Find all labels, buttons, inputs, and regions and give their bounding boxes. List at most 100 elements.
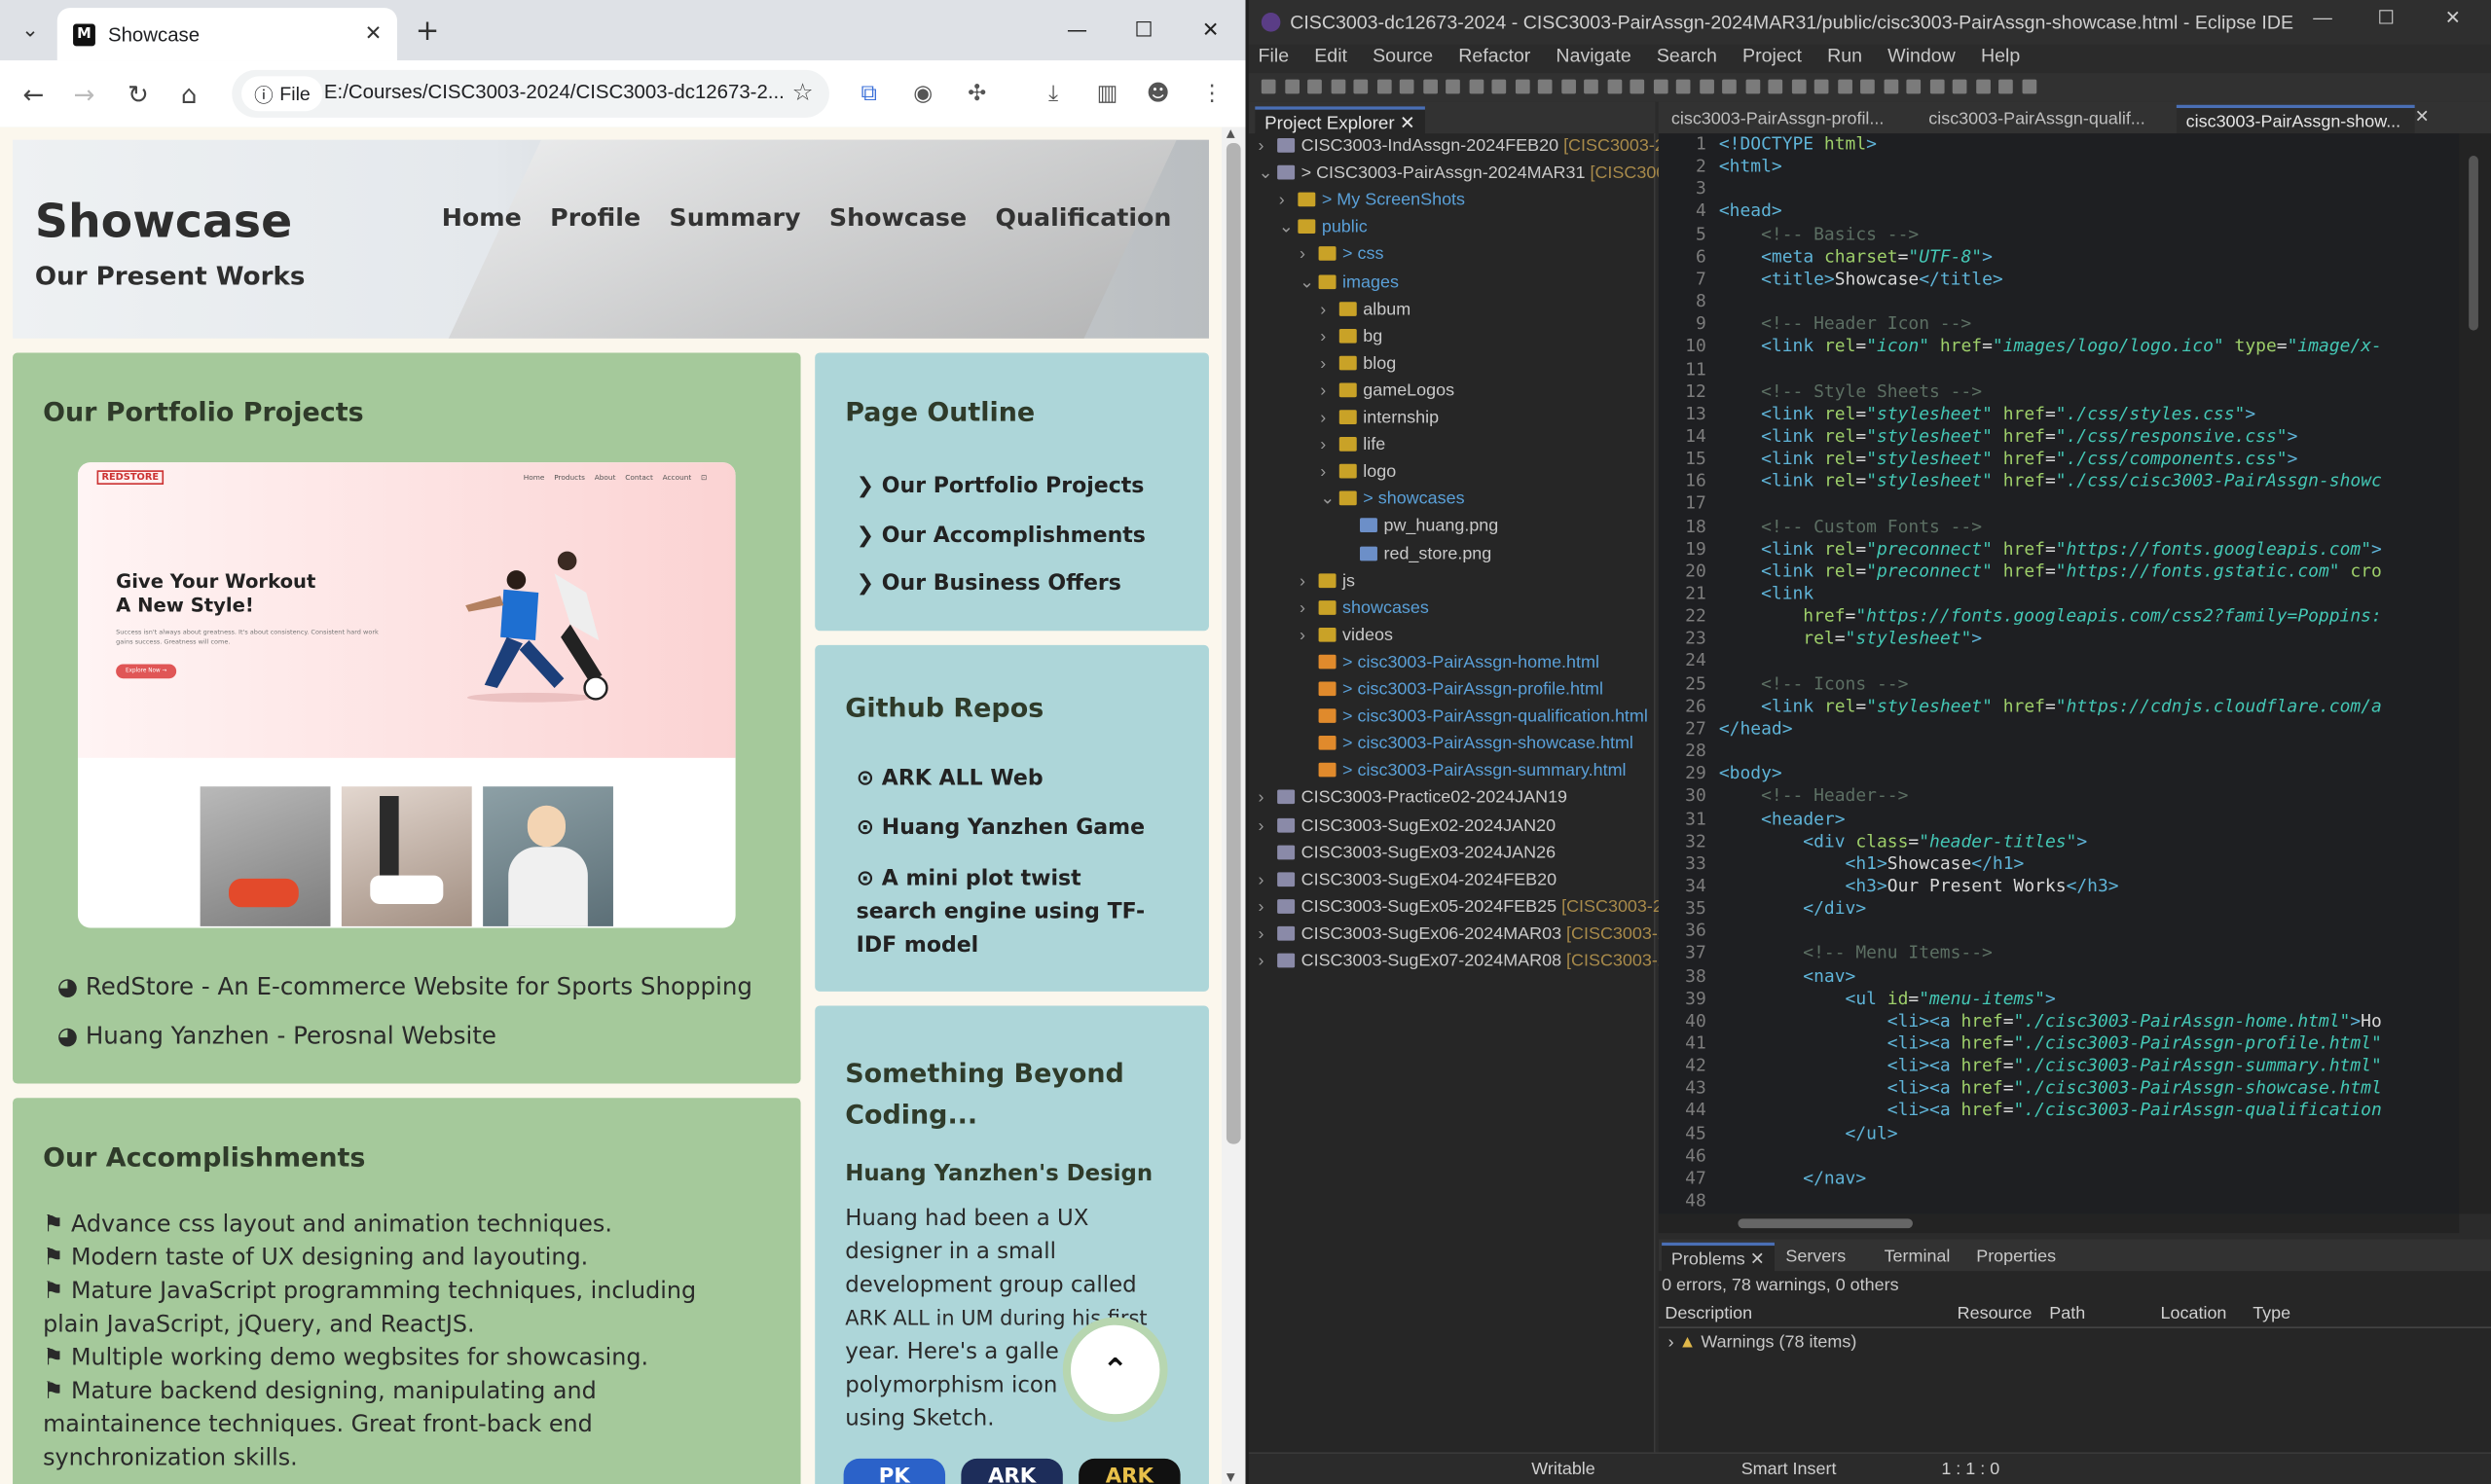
toolbar-icon[interactable] (1929, 79, 1944, 94)
site-info-chip[interactable]: ⓘ File (241, 76, 323, 112)
outline-link-accomplishments[interactable]: ❯ Our Accomplishments (857, 523, 1146, 548)
tree-item[interactable]: > cisc3003-PairAssgn-summary.html (1300, 758, 1627, 785)
tree-item[interactable]: pw_huang.png (1340, 514, 1498, 541)
tree-item[interactable]: › CISC3003-Practice02-2024JAN19 (1259, 785, 1568, 813)
menu-search[interactable]: Search (1647, 45, 1733, 73)
scrollbar-thumb[interactable] (1738, 1218, 1913, 1229)
editor-vertical-scrollbar[interactable] (2459, 133, 2491, 1214)
warnings-row[interactable]: › ▲ Warnings (78 items) (1668, 1333, 1857, 1353)
toolbar-icon[interactable] (1768, 79, 1783, 94)
code-editor[interactable]: 1 <!DOCTYPE html> 2 <html> 3 4 <head> 5 <!-- Ba… (1658, 133, 2460, 1214)
nav-qualification[interactable]: Qualification (996, 203, 1172, 232)
forward-arrow-icon[interactable]: → (63, 73, 104, 114)
tree-item[interactable]: › life (1320, 432, 1385, 459)
browser-tab[interactable]: M Showcase ✕ (56, 8, 398, 61)
tab-properties[interactable]: Properties (1976, 1248, 2056, 1267)
tree-toggle-icon[interactable]: ⌄ (1279, 215, 1299, 242)
eclipse-minimize-button[interactable]: — (2290, 7, 2354, 39)
toolbar-icon[interactable] (1468, 79, 1484, 94)
tree-toggle-icon[interactable]: › (1320, 432, 1339, 459)
tree-toggle-icon[interactable]: › (1320, 459, 1339, 487)
tree-item[interactable]: › album (1320, 297, 1410, 324)
tree-toggle-icon[interactable]: › (1259, 867, 1278, 894)
toolbar-icon[interactable] (1307, 79, 1322, 94)
tree-toggle-icon[interactable]: › (1320, 351, 1339, 379)
tree-item[interactable]: › bg (1320, 324, 1382, 351)
repo-link-game[interactable]: ⊙ Huang Yanzhen Game (857, 815, 1145, 841)
toolbar-icon[interactable] (1675, 79, 1691, 94)
tree-item[interactable]: ⌄ > showcases (1320, 487, 1464, 514)
close-tab-icon[interactable]: ✕ (359, 22, 387, 46)
close-icon[interactable]: ✕ (1750, 1250, 1765, 1270)
tree-toggle-icon[interactable]: › (1300, 596, 1319, 623)
tree-item[interactable]: > cisc3003-PairAssgn-showcase.html (1300, 731, 1633, 758)
toolbar-icon[interactable] (1491, 79, 1507, 94)
download-icon[interactable]: ⤓ (1033, 73, 1074, 114)
toolbar-icon[interactable] (1353, 79, 1369, 94)
tree-toggle-icon[interactable]: ⌄ (1320, 487, 1339, 514)
tree-item[interactable]: › js (1300, 568, 1355, 596)
tree-toggle-icon[interactable]: › (1279, 188, 1299, 215)
editor-tab-profile[interactable]: cisc3003-PairAssgn-profil... (1662, 105, 1916, 133)
toolbar-icon[interactable] (1446, 79, 1460, 94)
tree-item[interactable]: › CISC3003-SugEx04-2024FEB20 (1259, 867, 1557, 894)
tree-toggle-icon[interactable]: › (1259, 785, 1278, 813)
tree-item[interactable]: › showcases (1300, 596, 1429, 623)
col-resource[interactable]: Resource (1958, 1304, 2033, 1323)
menu-refactor[interactable]: Refactor (1448, 45, 1546, 73)
project-explorer-tab[interactable]: Project Explorer ✕ (1255, 106, 1425, 135)
tree-item[interactable]: red_store.png (1340, 541, 1491, 568)
tree-item[interactable]: › logo (1320, 459, 1396, 487)
tree-toggle-icon[interactable]: › (1259, 949, 1278, 976)
tree-toggle-icon[interactable]: › (1320, 324, 1339, 351)
toolbar-icon[interactable] (1699, 79, 1714, 94)
tab-servers[interactable]: Servers (1785, 1248, 1846, 1267)
scrollbar-thumb[interactable] (2469, 156, 2478, 331)
editor-tab-qualification[interactable]: cisc3003-PairAssgn-qualif... (1919, 105, 2173, 133)
tree-toggle-icon[interactable]: › (1320, 297, 1339, 324)
toolbar-icon[interactable] (1537, 79, 1553, 94)
toolbar-icon[interactable] (1906, 79, 1922, 94)
col-description[interactable]: Description (1665, 1304, 1752, 1323)
toolbar-icon[interactable] (1560, 79, 1576, 94)
toolbar-icon[interactable] (1422, 79, 1438, 94)
menu-file[interactable]: File (1249, 45, 1305, 73)
toolbar-icon[interactable] (1860, 79, 1875, 94)
tree-toggle-icon[interactable]: ⌄ (1300, 270, 1319, 297)
tree-item[interactable]: › CISC3003-IndAssgn-2024FEB20 [CISC3003-2… (1259, 133, 1674, 161)
menu-project[interactable]: Project (1733, 45, 1817, 73)
translate-icon[interactable]: ⧉ (848, 73, 889, 114)
outline-link-portfolio[interactable]: ❯ Our Portfolio Projects (857, 474, 1145, 499)
extensions-icon[interactable]: ✣ (956, 73, 997, 114)
redstore-screenshot[interactable]: REDSTORE Home Products About Contact Acc… (77, 462, 736, 928)
toolbar-icon[interactable] (1606, 79, 1622, 94)
tree-toggle-icon[interactable]: › (1300, 242, 1319, 270)
scroll-up-arrow-icon[interactable]: ▲ (1227, 127, 1235, 140)
toolbar-icon[interactable] (1722, 79, 1737, 94)
toolbar-icon[interactable] (1883, 79, 1898, 94)
tree-toggle-icon[interactable]: › (1300, 568, 1319, 596)
tree-toggle-icon[interactable]: › (1320, 405, 1339, 432)
toolbar-icon[interactable] (1952, 79, 1967, 94)
kebab-menu-icon[interactable]: ⋮ (1191, 73, 1232, 114)
tree-item[interactable]: ⌄ public (1279, 215, 1368, 242)
tree-toggle-icon[interactable]: › (1259, 133, 1278, 161)
tree-toggle-icon[interactable]: › (1259, 894, 1278, 922)
tree-toggle-icon[interactable]: ⌄ (1259, 161, 1278, 188)
toolbar-icon[interactable] (1998, 79, 2013, 94)
menu-edit[interactable]: Edit (1304, 45, 1363, 73)
toolbar-icon[interactable] (2021, 79, 2036, 94)
tree-item[interactable]: › CISC3003-SugEx06-2024MAR03 [CISC3003-20 (1259, 922, 1677, 949)
tree-item[interactable]: › > My ScreenShots (1279, 188, 1465, 215)
home-icon[interactable]: ⌂ (168, 73, 209, 114)
col-location[interactable]: Location (2161, 1304, 2227, 1323)
close-window-button[interactable]: ✕ (1179, 10, 1242, 51)
toolbar-icon[interactable] (1744, 79, 1760, 94)
side-panel-icon[interactable]: ▥ (1086, 73, 1127, 114)
tree-item[interactable]: > cisc3003-PairAssgn-qualification.html (1300, 704, 1648, 731)
new-tab-button[interactable]: + (407, 10, 448, 51)
toolbar-icon[interactable] (1653, 79, 1667, 94)
minimize-button[interactable]: — (1045, 10, 1109, 51)
scroll-down-arrow-icon[interactable]: ▼ (1227, 1471, 1235, 1484)
menu-source[interactable]: Source (1363, 45, 1448, 73)
